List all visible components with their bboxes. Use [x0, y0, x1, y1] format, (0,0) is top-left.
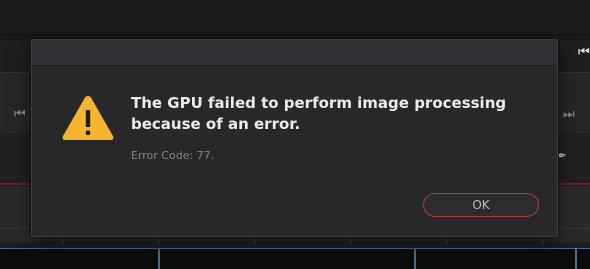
timeline-tick [350, 237, 351, 245]
timeline-tick [158, 237, 159, 245]
timeline-tick [542, 237, 543, 245]
timeline-tick [446, 237, 447, 245]
clip-edge[interactable] [414, 248, 416, 269]
clip-edge[interactable] [575, 248, 577, 269]
warning-triangle-icon [62, 96, 114, 140]
ok-button[interactable]: OK [423, 193, 539, 217]
skip-to-start-icon[interactable]: ⏮ [578, 46, 590, 59]
error-dialog: The GPU failed to perform image processi… [31, 39, 558, 237]
error-code: Error Code: 77. [131, 149, 215, 162]
toolbar-divider [0, 34, 590, 36]
timeline-tick [254, 237, 255, 245]
app-window: ⏮ ⏮ ⏭ ✒ The GPU failed to perform image … [0, 0, 590, 269]
timeline-tick [62, 237, 63, 245]
clip-edge[interactable] [158, 248, 160, 269]
error-message: The GPU failed to perform image processi… [131, 94, 507, 133]
skip-to-end-icon[interactable]: ⏭ [563, 108, 575, 121]
skip-to-start-icon[interactable]: ⏮ [14, 108, 26, 121]
clip-track[interactable] [0, 248, 590, 269]
dialog-titlebar[interactable] [32, 40, 557, 66]
